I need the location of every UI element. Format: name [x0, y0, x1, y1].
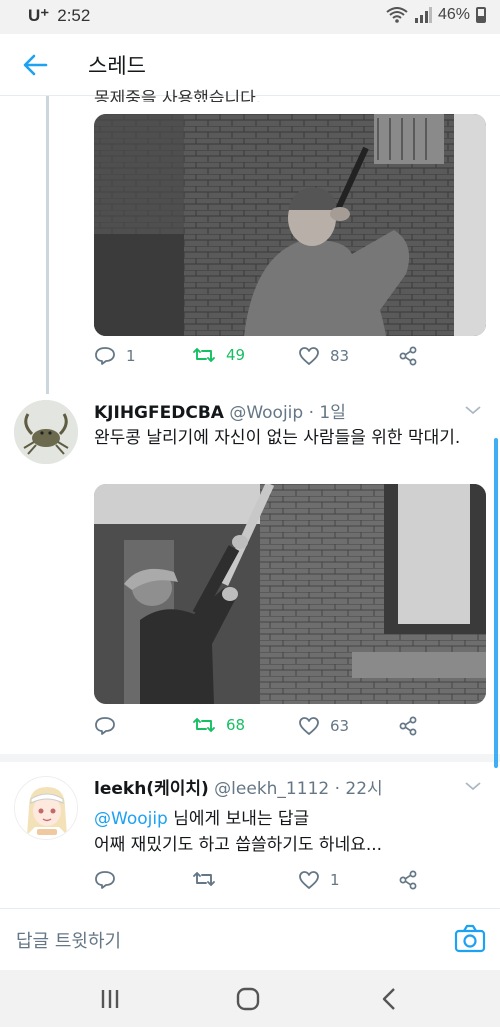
carrier-label: U⁺ [28, 6, 50, 25]
share-icon [399, 716, 417, 736]
avatar[interactable] [14, 776, 78, 840]
photo-man-with-long-pole-icon [94, 484, 486, 704]
display-name[interactable]: leekh(케이치) [94, 779, 209, 799]
share-button[interactable] [398, 716, 418, 736]
like-count: 1 [330, 871, 340, 889]
signal-icon [414, 7, 432, 23]
page-title: 스레드 [88, 54, 146, 78]
like-count: 63 [330, 717, 350, 735]
chevron-down-icon[interactable] [464, 780, 482, 792]
tweet2-photo[interactable] [94, 484, 486, 704]
tweet2-actions: 68 63 [94, 716, 434, 742]
reply-button[interactable] [94, 870, 126, 890]
back-arrow-icon[interactable] [22, 52, 48, 78]
like-button[interactable]: 83 [298, 346, 349, 366]
share-button[interactable] [398, 870, 418, 890]
like-count: 83 [330, 347, 350, 365]
recent-apps-icon[interactable] [96, 986, 124, 1012]
share-button[interactable] [398, 346, 418, 366]
tweet3-text: 어째 재밌기도 하고 씁쓸하기도 하네요... [94, 835, 383, 855]
reply-icon [95, 871, 115, 889]
reply-composer: 답글 트윗하기 [0, 908, 500, 970]
tweet-divider [0, 754, 500, 762]
retweet-icon [193, 872, 215, 886]
handle-and-time: @leekh_1112 · 22시 [214, 779, 383, 799]
handle-and-time: @Woojip · 1일 [229, 403, 346, 423]
tweet3-header: leekh(케이치) @leekh_1112 · 22시 [94, 774, 383, 799]
battery-icon [476, 7, 486, 23]
reply-icon [95, 717, 115, 735]
retweet-count: 68 [226, 716, 246, 734]
retweet-icon [193, 348, 215, 362]
tweet2-text: 완두콩 날리기에 자신이 없는 사람들을 위한 막대기. [94, 428, 461, 448]
crab-avatar-icon [14, 400, 78, 464]
reply-button[interactable]: 1 [94, 346, 136, 366]
like-button[interactable]: 63 [298, 716, 349, 736]
photo-woman-blowing-peashooter-icon [94, 114, 486, 336]
status-right: 46% [386, 6, 486, 24]
anime-girl-avatar-icon [15, 777, 77, 839]
retweet-icon [193, 718, 215, 732]
avatar[interactable] [14, 400, 78, 464]
display-name[interactable]: KJIHGFEDCBA [94, 403, 224, 423]
mention-link[interactable]: @Woojip [94, 809, 168, 829]
reply-input[interactable]: 답글 트윗하기 [16, 927, 121, 953]
heart-icon [299, 717, 319, 735]
reply-icon [95, 347, 115, 365]
replying-to: @Woojip 님에게 보내는 답글 [94, 804, 309, 829]
like-button[interactable]: 1 [298, 870, 340, 890]
scrollbar[interactable] [494, 438, 498, 768]
tweet3-actions: 1 [94, 870, 434, 896]
reply-count: 1 [126, 347, 136, 365]
tweet2-header: KJIHGFEDCBA @Woojip · 1일 [94, 398, 346, 423]
heart-icon [299, 871, 319, 889]
system-nav-bar [0, 970, 500, 1027]
reply-button[interactable] [94, 716, 126, 736]
tweet1-photo[interactable] [94, 114, 486, 336]
back-icon[interactable] [376, 986, 404, 1012]
retweet-button[interactable] [192, 870, 226, 888]
retweet-button[interactable]: 49 [192, 346, 245, 364]
home-icon[interactable] [234, 986, 262, 1012]
status-bar: U⁺ 2:52 46% [0, 0, 500, 34]
retweet-count: 49 [226, 346, 246, 364]
retweet-button[interactable]: 68 [192, 716, 245, 734]
share-icon [399, 870, 417, 890]
replying-to-label: 님에게 보내는 답글 [167, 809, 310, 829]
battery-percent: 46% [437, 6, 470, 23]
wifi-icon [386, 7, 408, 23]
tweet1-text-cut: 몽제중을 사용했습니다. [94, 89, 262, 102]
thread-connector-line [46, 96, 49, 394]
chevron-down-icon[interactable] [464, 404, 482, 416]
status-left: U⁺ 2:52 [28, 6, 90, 26]
share-icon [399, 346, 417, 366]
clock: 2:52 [57, 6, 91, 25]
heart-icon [299, 347, 319, 365]
camera-icon[interactable] [454, 924, 486, 954]
tweet1-actions: 1 49 83 [94, 346, 434, 372]
